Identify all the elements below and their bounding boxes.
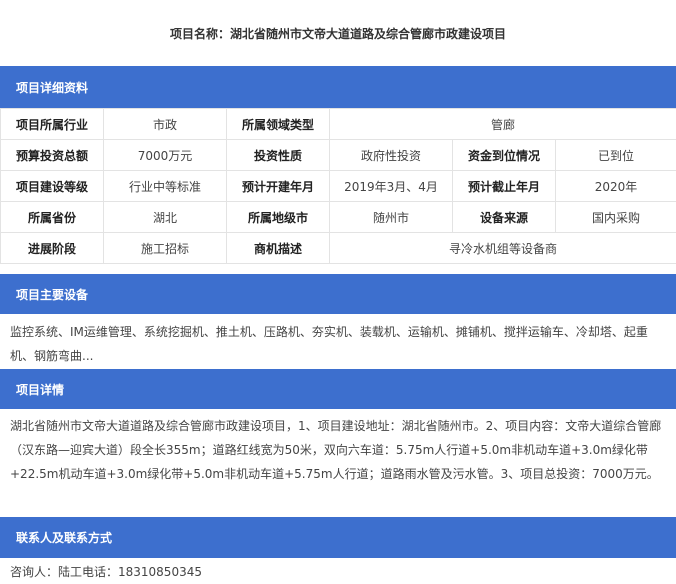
label-construction-grade: 项目建设等级 [0, 170, 104, 202]
value-equipment-source: 国内采购 [554, 201, 676, 233]
value-industry: 市政 [103, 108, 227, 140]
value-city: 随州市 [329, 201, 453, 233]
value-start-date: 2019年3月、4月 [329, 170, 453, 202]
value-budget: 7000万元 [103, 139, 227, 171]
contact-text: 咨询人：陆工电话：18310850345 [10, 565, 202, 579]
value-investment-nature: 政府性投资 [329, 139, 453, 171]
value-opportunity: 寻冷水机组等设备商 [328, 232, 676, 264]
value-domain-type: 管廊 [328, 108, 676, 140]
section-header-contact: 联系人及联系方式 [0, 517, 676, 558]
label-industry: 项目所属行业 [0, 108, 104, 140]
section-header-info: 项目详情 [0, 369, 676, 409]
label-opportunity: 商机描述 [226, 232, 330, 264]
value-progress-stage: 施工招标 [103, 232, 227, 264]
label-equipment-source: 设备来源 [452, 201, 556, 233]
project-detail-text: 湖北省随州市文帝大道道路及综合管廊市政建设项目，1、项目建设地址：湖北省随州市。… [10, 419, 662, 481]
table-row: 项目建设等级 行业中等标准 预计开建年月 2019年3月、4月 预计截止年月 2… [0, 170, 676, 202]
equipment-text: 监控系统、IM运维管理、系统挖掘机、推土机、压路机、夯实机、装载机、运输机、摊铺… [10, 325, 648, 363]
label-funding-status: 资金到位情况 [452, 139, 556, 171]
project-page: 项目名称：湖北省随州市文帝大道道路及综合管廊市政建设项目 项目详细资料 项目所属… [0, 0, 676, 584]
table-row: 项目所属行业 市政 所属领域类型 管廊 [0, 108, 676, 140]
table-row: 所属省份 湖北 所属地级市 随州市 设备来源 国内采购 [0, 201, 676, 233]
section-header-details: 项目详细资料 [0, 66, 676, 108]
section-header-equipment: 项目主要设备 [0, 274, 676, 314]
value-funding-status: 已到位 [554, 139, 676, 171]
label-start-date: 预计开建年月 [226, 170, 330, 202]
label-province: 所属省份 [0, 201, 104, 233]
label-progress-stage: 进展阶段 [0, 232, 104, 264]
label-investment-nature: 投资性质 [226, 139, 330, 171]
value-construction-grade: 行业中等标准 [103, 170, 227, 202]
value-end-date: 2020年 [554, 170, 676, 202]
table-row: 进展阶段 施工招标 商机描述 寻冷水机组等设备商 [0, 232, 676, 264]
table-row: 预算投资总额 7000万元 投资性质 政府性投资 资金到位情况 已到位 [0, 139, 676, 171]
label-budget: 预算投资总额 [0, 139, 104, 171]
label-end-date: 预计截止年月 [452, 170, 556, 202]
label-domain-type: 所属领域类型 [226, 108, 330, 140]
value-province: 湖北 [103, 201, 227, 233]
project-title: 项目名称：湖北省随州市文帝大道道路及综合管廊市政建设项目 [169, 26, 506, 41]
project-details-table: 项目所属行业 市政 所属领域类型 管廊 预算投资总额 7000万元 投资性质 政… [0, 108, 676, 264]
label-city: 所属地级市 [226, 201, 330, 233]
